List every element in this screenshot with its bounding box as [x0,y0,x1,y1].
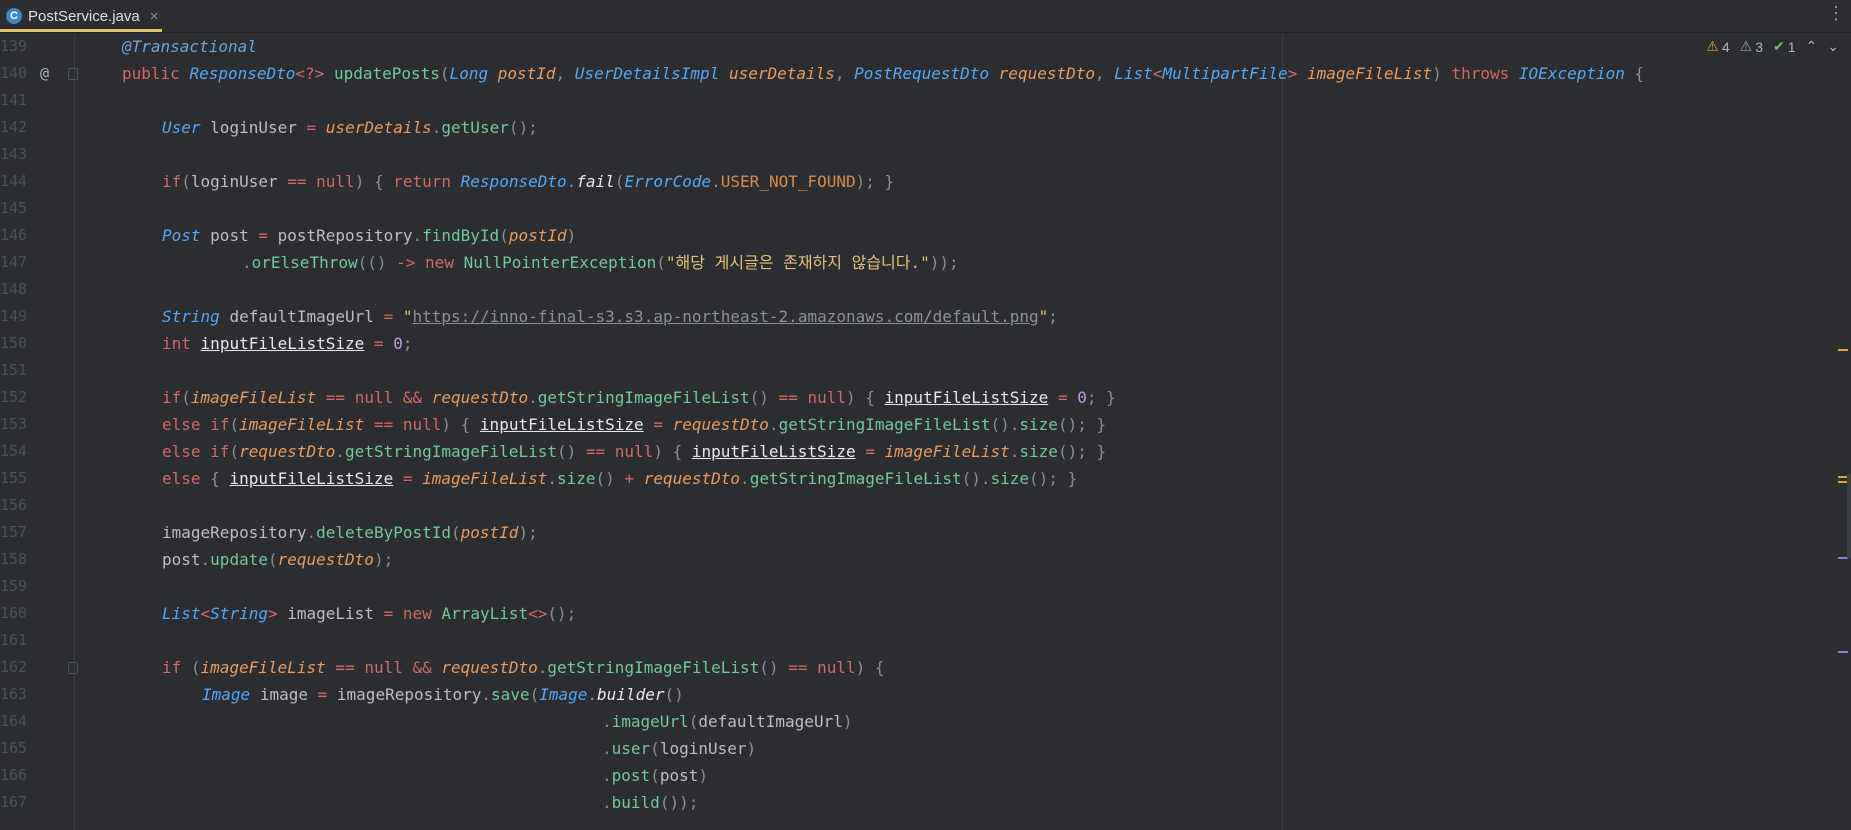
code-line: 156 [0,492,1851,519]
line-number: 160 [0,604,28,622]
code-line: 165 .user(loginUser) [0,735,1851,762]
ok-count[interactable]: ✔ 1 [1773,38,1796,55]
line-number: 151 [0,361,28,379]
annotation: @Transactional [122,37,257,56]
code-line: 142 User loginUser = userDetails.getUser… [0,114,1851,141]
code-line: 164 .imageUrl(defaultImageUrl) [0,708,1851,735]
line-number: 142 [0,118,28,136]
line-number: 152 [0,388,28,406]
close-icon[interactable]: × [150,8,159,25]
code-line: 143 [0,141,1851,168]
line-number: 148 [0,280,28,298]
code-line: 149 String defaultImageUrl = "https://in… [0,303,1851,330]
line-number: 153 [0,415,28,433]
line-number: 141 [0,91,28,109]
line-number: 140 [0,64,28,82]
line-number: 166 [0,766,28,784]
fold-icon[interactable] [68,68,78,80]
code-line: 162 if (imageFileList == null && request… [0,654,1851,681]
chevron-down-icon[interactable]: ⌄ [1827,38,1839,55]
code-line: 144 if(loginUser == null) { return Respo… [0,168,1851,195]
code-line: 167 .build()); [0,789,1851,816]
check-icon: ✔ [1773,38,1785,54]
tab-postservice[interactable]: C PostService.java × [0,0,170,32]
info-stripe[interactable] [1838,651,1848,653]
weak-warnings-count[interactable]: ⚠ 3 [1740,38,1763,55]
code-line: 163 Image image = imageRepository.save(I… [0,681,1851,708]
line-number: 147 [0,253,28,271]
line-number: 143 [0,145,28,163]
line-number: 155 [0,469,28,487]
line-number: 144 [0,172,28,190]
line-number: 164 [0,712,28,730]
code-line: 154 else if(requestDto.getStringImageFil… [0,438,1851,465]
line-number: 159 [0,577,28,595]
override-marker-icon[interactable]: @ [40,60,49,87]
line-number: 161 [0,631,28,649]
line-number: 158 [0,550,28,568]
code-line: 166 .post(post) [0,762,1851,789]
warnings-count[interactable]: ⚠ 4 [1706,38,1729,55]
line-number: 167 [0,793,28,811]
code-line: 152 if(imageFileList == null && requestD… [0,384,1851,411]
line-number: 162 [0,658,28,676]
line-number: 145 [0,199,28,217]
chevron-up-icon[interactable]: ⌃ [1806,38,1818,55]
line-number: 163 [0,685,28,703]
code-line: 158 post.update(requestDto); [0,546,1851,573]
code-line: 139 @Transactional [0,33,1851,60]
editor-scrollbar[interactable] [1847,474,1851,558]
line-number: 146 [0,226,28,244]
code-line: 159 [0,573,1851,600]
line-number: 157 [0,523,28,541]
line-number: 150 [0,334,28,352]
code-editor[interactable]: 139 @Transactional 140 @ public Response… [0,33,1851,830]
code-line: 160 List<String> imageList = new ArrayLi… [0,600,1851,627]
warning-icon: ⚠ [1706,38,1719,54]
code-line: 157 imageRepository.deleteByPostId(postI… [0,519,1851,546]
code-line: 145 [0,195,1851,222]
java-class-icon: C [6,8,22,24]
fold-icon[interactable] [68,662,78,674]
code-line: 153 else if(imageFileList == null) { inp… [0,411,1851,438]
line-number: 139 [0,37,28,55]
code-line: 148 [0,276,1851,303]
inspection-widget[interactable]: ⚠ 4 ⚠ 3 ✔ 1 ⌃ ⌄ [1706,38,1839,55]
line-number: 154 [0,442,28,460]
code-line: 151 [0,357,1851,384]
url-link[interactable]: https://inno-final-s3.s3.ap-northeast-2.… [413,307,1039,326]
tab-filename: PostService.java [28,7,140,25]
code-line: 155 else { inputFileListSize = imageFile… [0,465,1851,492]
weak-warning-icon: ⚠ [1739,38,1753,54]
code-line: 150 int inputFileListSize = 0; [0,330,1851,357]
warning-stripe[interactable] [1838,349,1848,351]
line-number: 165 [0,739,28,757]
code-line: 147 .orElseThrow(() -> new NullPointerEx… [0,249,1851,276]
code-line: 161 [0,627,1851,654]
code-line: 141 [0,87,1851,114]
line-number: 149 [0,307,28,325]
code-line: 146 Post post = postRepository.findById(… [0,222,1851,249]
editor-tab-bar: C PostService.java × ⋮ [0,0,1851,33]
active-tab-indicator [0,29,162,32]
more-icon[interactable]: ⋮ [1827,4,1845,24]
line-number: 156 [0,496,28,514]
code-line: 140 @ public ResponseDto<?> updatePosts(… [0,60,1851,87]
